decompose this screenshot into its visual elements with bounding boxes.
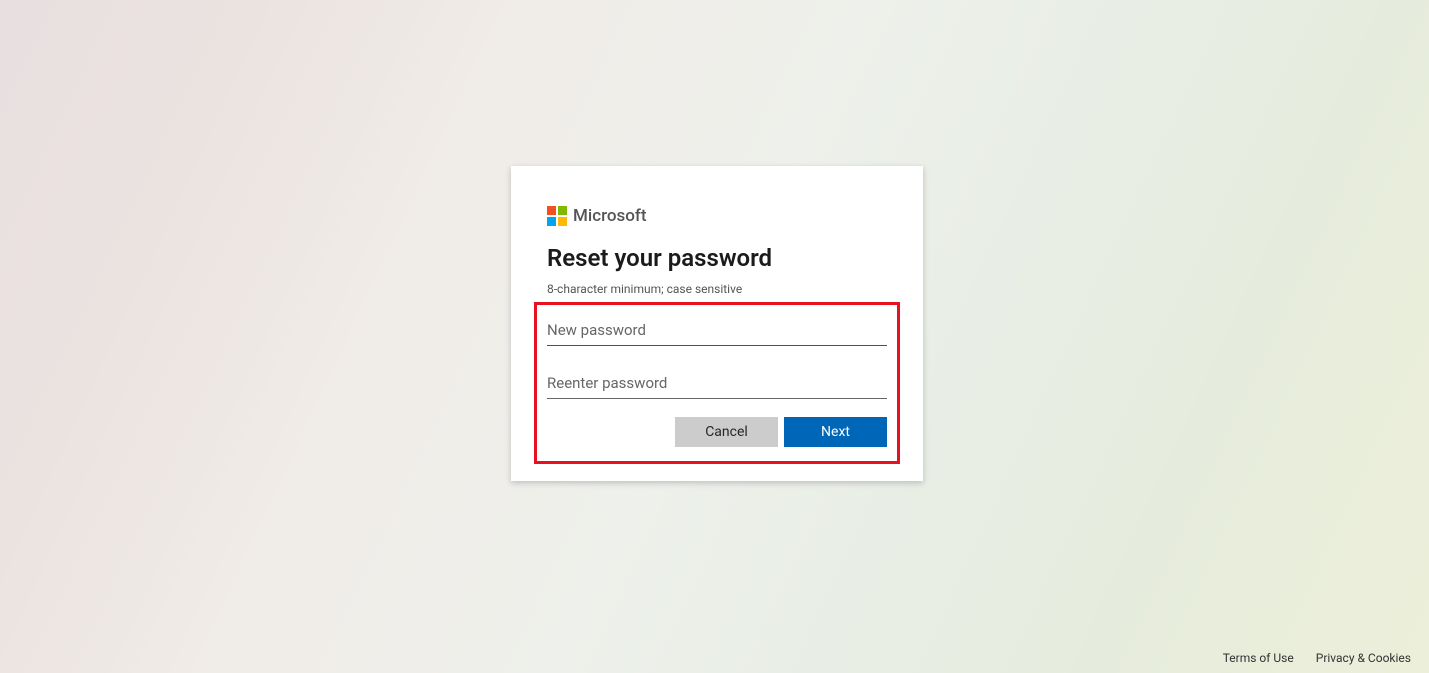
privacy-link[interactable]: Privacy & Cookies: [1316, 651, 1411, 665]
highlighted-form-area: Cancel Next: [534, 302, 900, 464]
brand-name: Microsoft: [573, 206, 647, 226]
footer-links: Terms of Use Privacy & Cookies: [1223, 651, 1411, 665]
page-title: Reset your password: [547, 244, 887, 272]
brand-header: Microsoft: [547, 206, 887, 226]
reset-password-card: Microsoft Reset your password 8-characte…: [511, 166, 923, 481]
next-button[interactable]: Next: [784, 417, 887, 447]
cancel-button[interactable]: Cancel: [675, 417, 778, 447]
microsoft-logo-icon: [547, 206, 567, 226]
button-row: Cancel Next: [547, 417, 887, 447]
reenter-password-input[interactable]: [547, 368, 887, 399]
terms-link[interactable]: Terms of Use: [1223, 651, 1294, 665]
new-password-input[interactable]: [547, 315, 887, 346]
password-hint: 8-character minimum; case sensitive: [547, 282, 887, 296]
